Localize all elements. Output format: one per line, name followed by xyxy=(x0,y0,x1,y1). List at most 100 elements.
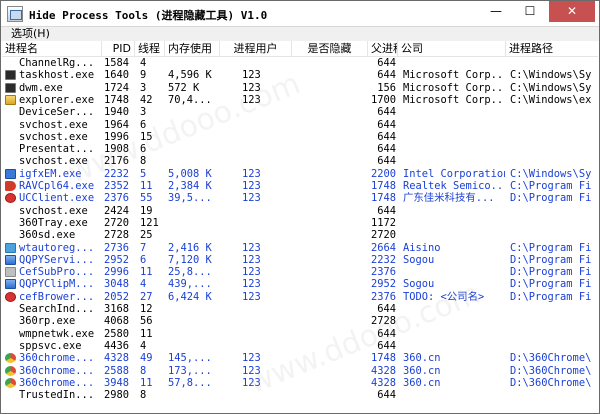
tw-icon xyxy=(5,242,16,253)
process-name: UCClient.exe xyxy=(19,192,95,205)
process-pid: 2996 xyxy=(104,266,130,279)
empty-icon-slot xyxy=(5,206,16,216)
column-header-company[interactable]: 公司 xyxy=(398,41,506,57)
process-parent-pid: 2728 xyxy=(370,315,396,328)
menu-options[interactable]: 选项(H) xyxy=(11,27,50,41)
process-threads: 55 xyxy=(140,192,153,205)
table-row[interactable]: QQPYServi... 2952 6 7,120 K 123 2232 Sogou D:\P… xyxy=(2,254,598,266)
speaker-icon xyxy=(5,181,16,191)
table-row[interactable]: wtautoreg... 2736 7 2,416 K 123 2664 Aisino C:\… xyxy=(2,242,598,254)
column-header-user[interactable]: 进程用户 xyxy=(220,41,292,57)
table-row[interactable]: sppsvc.exe 4436 4 644 xyxy=(2,340,598,352)
process-parent-pid: 4328 xyxy=(370,376,396,389)
process-path: C:\Windows\ex xyxy=(510,93,592,106)
blue-app-icon xyxy=(5,168,16,179)
maximize-button[interactable]: ☐ xyxy=(515,1,545,22)
column-header-threads[interactable]: 线程 xyxy=(135,41,165,57)
process-threads: 49 xyxy=(140,352,153,365)
process-parent-pid: 2376 xyxy=(370,290,396,303)
process-company: 360.cn xyxy=(403,376,441,389)
close-button[interactable]: ✕ xyxy=(549,1,595,22)
table-row[interactable]: svchost.exe 1996 15 644 xyxy=(2,131,598,143)
table-row[interactable]: RAVCpl64.exe 2352 11 2,384 K 123 1748 Realtek … xyxy=(2,180,598,192)
process-name: sppsvc.exe xyxy=(19,339,82,352)
process-name: dwm.exe xyxy=(19,81,63,94)
process-threads: 11 xyxy=(140,266,153,279)
empty-icon-slot xyxy=(5,390,16,400)
process-parent-pid: 644 xyxy=(377,339,396,352)
column-header-parent-pid[interactable]: 父进程 xyxy=(368,41,398,57)
process-pid: 2352 xyxy=(104,180,130,192)
process-parent-pid: 1748 xyxy=(370,180,396,192)
process-threads: 56 xyxy=(140,315,153,328)
table-row[interactable]: QQPYClipM... 3048 4 439,... 123 2952 Sogou D:\P… xyxy=(2,278,598,290)
process-threads: 7 xyxy=(140,241,147,254)
table-row[interactable]: 360chrome... 3948 11 57,8... 123 4328 360.cn D:… xyxy=(2,377,598,389)
process-threads: 8 xyxy=(140,155,147,168)
table-row[interactable]: Presentat... 1908 6 644 xyxy=(2,143,598,155)
window-title: Hide Process Tools (进程隐藏工具) V1.0 xyxy=(29,9,268,22)
process-pid: 1996 xyxy=(104,130,130,143)
process-company: Aisino xyxy=(403,241,441,254)
process-company: Microsoft Corp... xyxy=(403,81,505,94)
empty-icon-slot xyxy=(5,329,16,339)
process-parent-pid: 2376 xyxy=(370,266,396,279)
process-name: explorer.exe xyxy=(19,93,95,106)
column-header-path[interactable]: 进程路径 xyxy=(506,41,598,57)
column-header-pid[interactable]: PID xyxy=(102,41,135,57)
table-row[interactable]: dwm.exe 1724 3 572 K 123 156 Microsoft Corp...… xyxy=(2,82,598,94)
table-row[interactable]: explorer.exe 1748 42 70,4... 123 1700 Microsof… xyxy=(2,94,598,106)
gray-app-icon xyxy=(5,267,16,278)
table-row[interactable]: TrustedIn... 2980 8 644 xyxy=(2,389,598,401)
console-icon xyxy=(5,82,16,93)
table-row[interactable]: wmpnetwk.exe 2580 11 644 xyxy=(2,328,598,340)
process-threads: 6 xyxy=(140,118,147,131)
table-row[interactable]: DeviceSer... 1940 3 644 xyxy=(2,106,598,118)
table-row[interactable]: svchost.exe 2176 8 644 xyxy=(2,155,598,167)
process-memory: 7,120 K xyxy=(168,253,212,266)
process-name: svchost.exe xyxy=(19,130,88,143)
minimize-button[interactable]: — xyxy=(481,1,511,22)
table-row[interactable]: 360Tray.exe 2720 121 1172 xyxy=(2,217,598,229)
empty-icon-slot xyxy=(5,341,16,351)
process-list[interactable]: 进程名 PID 线程 内存使用 进程用户 是否隐藏 父进程 公司 进程路径 Ch… xyxy=(2,41,598,413)
process-user: 123 xyxy=(242,180,261,192)
table-row[interactable]: 360chrome... 4328 49 145,... 123 1748 360.cn D:… xyxy=(2,352,598,364)
process-parent-pid: 2232 xyxy=(370,253,396,266)
table-row[interactable]: UCClient.exe 2376 55 39,5... 123 1748 广东佳米科技有.… xyxy=(2,192,598,204)
process-threads: 15 xyxy=(140,130,153,143)
table-row[interactable]: SearchInd... 3168 12 644 xyxy=(2,303,598,315)
process-parent-pid: 1172 xyxy=(370,216,396,229)
process-name: SearchInd... xyxy=(19,303,95,315)
process-parent-pid: 644 xyxy=(377,143,396,156)
column-header-memory[interactable]: 内存使用 xyxy=(165,41,220,57)
empty-icon-slot xyxy=(5,107,16,117)
table-row[interactable]: svchost.exe 1964 6 644 xyxy=(2,119,598,131)
column-header-name[interactable]: 进程名 xyxy=(2,41,102,57)
process-name: 360chrome... xyxy=(19,364,95,377)
table-row[interactable]: svchost.exe 2424 19 644 xyxy=(2,205,598,217)
column-header-hidden[interactable]: 是否隐藏 xyxy=(292,41,368,57)
table-row[interactable]: 360rp.exe 4068 56 2728 xyxy=(2,315,598,327)
table-row[interactable]: taskhost.exe 1640 9 4,596 K 123 644 Microsoft … xyxy=(2,69,598,81)
process-threads: 8 xyxy=(140,389,147,402)
process-user: 123 xyxy=(242,93,261,106)
table-row[interactable]: igfxEM.exe 2232 5 5,008 K 123 2200 Intel Corpo… xyxy=(2,168,598,180)
process-pid: 2980 xyxy=(104,389,130,402)
process-parent-pid: 1748 xyxy=(370,192,396,205)
process-path: D:\360Chrome\ xyxy=(510,364,592,377)
process-name: wmpnetwk.exe xyxy=(19,327,95,340)
process-pid: 2728 xyxy=(104,229,130,242)
table-row[interactable]: 360sd.exe 2728 25 2720 xyxy=(2,229,598,241)
table-row[interactable]: CefSubPro... 2996 11 25,8... 123 2376 D:\Progr… xyxy=(2,266,598,278)
process-name: RAVCpl64.exe xyxy=(19,180,95,192)
process-name: 360sd.exe xyxy=(19,229,76,242)
table-row[interactable]: ChannelRg... 1584 4 644 xyxy=(2,57,598,69)
process-name: ChannelRg... xyxy=(19,57,95,69)
title-bar[interactable]: Hide Process Tools (进程隐藏工具) V1.0 — ☐ ✕ xyxy=(1,1,599,27)
process-threads: 6 xyxy=(140,143,147,156)
process-threads: 42 xyxy=(140,93,153,106)
table-row[interactable]: 360chrome... 2588 8 173,... 123 4328 360.cn D:\… xyxy=(2,365,598,377)
process-threads: 9 xyxy=(140,69,147,82)
table-row[interactable]: cefBrower... 2052 27 6,424 K 123 2376 TODO: <公… xyxy=(2,291,598,303)
